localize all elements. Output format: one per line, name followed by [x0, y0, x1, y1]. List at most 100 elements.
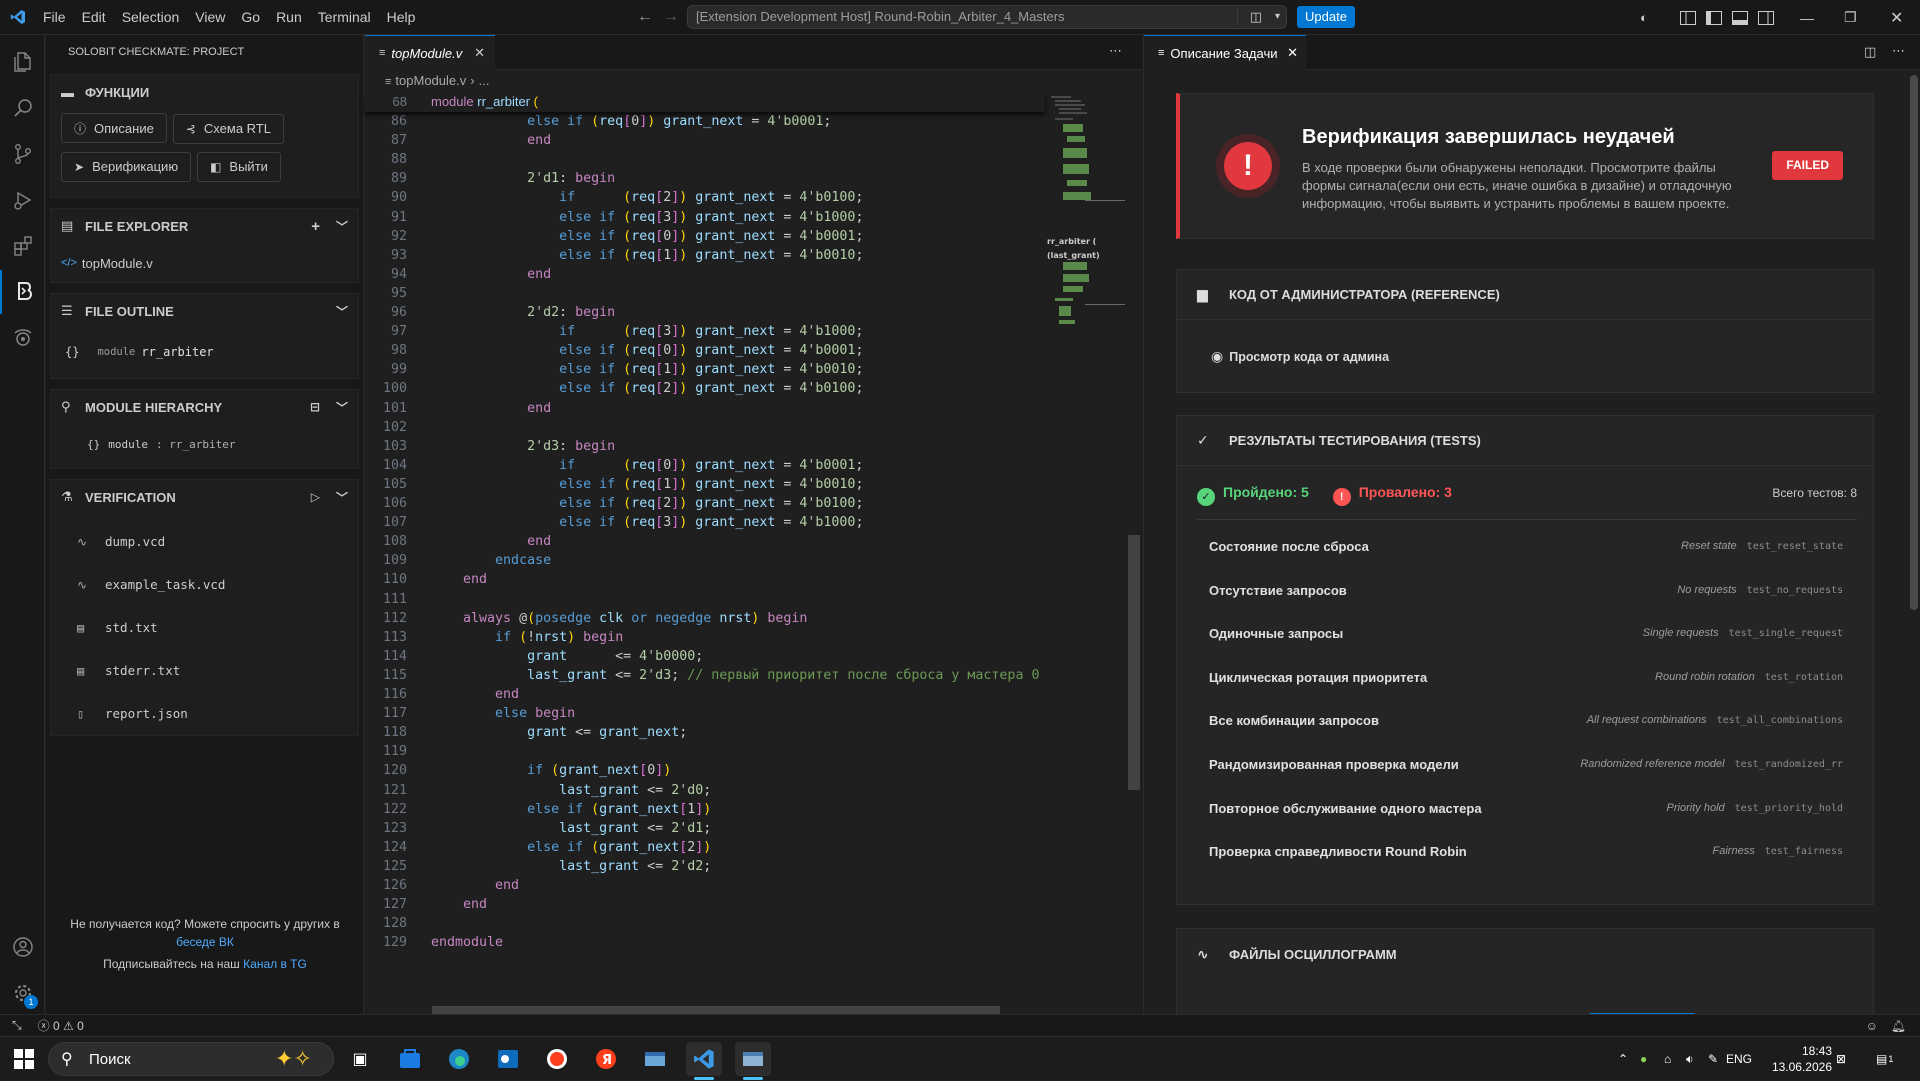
code-line[interactable]: 87 end [365, 131, 1045, 150]
test-row[interactable]: Рандомизированная проверка модели Randomi… [1209, 744, 1843, 787]
account-icon[interactable] [0, 925, 45, 969]
vscode-taskbar-icon[interactable] [686, 1042, 722, 1076]
update-button[interactable]: Update [1297, 6, 1355, 28]
editor-vertical-scrollbar[interactable] [1128, 535, 1140, 790]
code-line[interactable]: 124 else if (grant_next[2]) [365, 838, 1045, 857]
menu-file[interactable]: File [35, 0, 74, 35]
windows-start-icon[interactable] [6, 1042, 42, 1076]
remote-explorer-icon[interactable] [0, 316, 45, 360]
outline-item[interactable]: {} module rr_arbiter [51, 328, 358, 376]
extensions-icon[interactable] [0, 224, 45, 268]
editor-tab[interactable]: ≡ topModule.v ✕ [365, 35, 495, 70]
customize-layout-icon[interactable] [1680, 0, 1696, 35]
show-hidden-icons-icon[interactable]: ⌃ [1618, 1037, 1628, 1081]
code-line[interactable]: 99 else if (req[1]) grant_next = 4'b0010… [365, 360, 1045, 379]
remote-indicator-icon[interactable]: ⤡ [12, 1018, 22, 1033]
explorer-icon[interactable] [0, 40, 45, 84]
code-line[interactable]: 100 else if (req[2]) grant_next = 4'b010… [365, 379, 1045, 398]
restore-icon[interactable]: ❐ [1844, 0, 1857, 35]
file-explorer-header[interactable]: ▤ FILE EXPLORER + ﹀ [51, 209, 358, 243]
source-control-icon[interactable] [0, 132, 45, 176]
settings-gear-icon[interactable]: 1 [0, 971, 45, 1015]
code-line[interactable]: 123 last_grant <= 2'd1; [365, 819, 1045, 838]
notification-center-icon[interactable]: ▤ 1 [1876, 1037, 1893, 1081]
rtl-schema-button[interactable]: ⊰ Схема RTL [172, 113, 284, 144]
code-line[interactable]: 129 endmodule [365, 933, 1045, 952]
verification-file-row[interactable]: ▤ stderr.txt [51, 649, 358, 692]
code-line[interactable]: 108 end [365, 532, 1045, 551]
chevron-down-icon[interactable]: ﹀ [336, 218, 348, 235]
menu-view[interactable]: View [187, 0, 233, 35]
test-row[interactable]: Отсутствие запросов No requests test_no_re… [1209, 570, 1843, 613]
vscode-dev-host-icon[interactable] [735, 1042, 771, 1076]
hierarchy-item[interactable]: {} module : rr_arbiter [51, 424, 358, 464]
test-row[interactable]: Циклическая ротация приоритета Round robi… [1209, 657, 1843, 700]
code-line[interactable]: 107 else if (req[3]) grant_next = 4'b100… [365, 513, 1045, 532]
menu-help[interactable]: Help [379, 0, 424, 35]
task-view-icon[interactable]: ▣ [342, 1042, 378, 1076]
close-window-icon[interactable]: ✕ [1890, 0, 1903, 35]
volume-icon[interactable]: 🔉︎ [1686, 1037, 1694, 1081]
test-row[interactable]: Все комбинации запросов All request combi… [1209, 700, 1843, 743]
module-hierarchy-header[interactable]: ⚲ MODULE HIERARCHY ⊟ ﹀ [51, 390, 358, 424]
verification-file-row[interactable]: ∿ dump.vcd [51, 520, 358, 563]
code-line[interactable]: 88 [365, 150, 1045, 169]
code-line[interactable]: 121 last_grant <= 2'd0; [365, 781, 1045, 800]
functions-header[interactable]: ▬ ФУНКЦИИ [51, 75, 358, 109]
verification-file-row[interactable]: ▤ std.txt [51, 606, 358, 649]
test-row[interactable]: Повторное обслуживание одного мастера Pri… [1209, 788, 1843, 831]
code-line[interactable]: 110 end [365, 570, 1045, 589]
code-line[interactable]: 112 always @(posedge clk or negedge nrst… [365, 609, 1045, 628]
pen-icon[interactable]: ✎ [1708, 1037, 1718, 1081]
minimize-icon[interactable]: — [1800, 0, 1814, 35]
code-line[interactable]: 117 else begin [365, 704, 1045, 723]
forward-arrow-icon[interactable]: → [658, 8, 684, 26]
file-outline-header[interactable]: ☰ FILE OUTLINE ﹀ [51, 294, 358, 328]
run-verification-icon[interactable]: ▷ [311, 490, 320, 504]
verification-button[interactable]: ➤ Верификацию [61, 151, 192, 182]
code-line[interactable]: 93 else if (req[1]) grant_next = 4'b0010… [365, 246, 1045, 265]
code-line[interactable]: 113 if (!nrst) begin [365, 628, 1045, 647]
code-line[interactable]: 101 end [365, 399, 1045, 418]
close-tab-icon[interactable]: ✕ [1287, 45, 1298, 61]
taskbar-search[interactable]: ⚲ Поиск ✦✧ [48, 1042, 334, 1076]
code-line[interactable]: 115 last_grant <= 2'd3; // первый приори… [365, 666, 1045, 685]
menu-go[interactable]: Go [233, 0, 268, 35]
tg-channel-link[interactable]: Канал в TG [243, 957, 307, 971]
test-row[interactable]: Проверка справедливости Round Robin Fairn… [1209, 831, 1843, 874]
sticky-scroll-line[interactable]: 68 module rr_arbiter ( [365, 92, 1045, 112]
code-line[interactable]: 118 grant <= grant_next; [365, 723, 1045, 742]
search-icon[interactable] [0, 86, 45, 130]
vk-chat-link[interactable]: беседе ВК [176, 935, 234, 949]
verification-file-row[interactable]: ∿ example_task.vcd [51, 563, 358, 606]
clock[interactable]: 18:43 13.06.2026 [1762, 1037, 1832, 1081]
code-line[interactable]: 109 endcase [365, 551, 1045, 570]
copilot-status-icon[interactable]: ☺ [1866, 1019, 1878, 1033]
code-line[interactable]: 119 [365, 742, 1045, 761]
menu-edit[interactable]: Edit [74, 0, 114, 35]
notifications-bell-icon[interactable]: 🔔︎ [1891, 1019, 1906, 1033]
description-button[interactable]: ⓘ Описание [61, 113, 167, 143]
toggle-panel-icon[interactable] [1732, 0, 1748, 35]
task-description-tab[interactable]: ≡ Описание Задачи ✕ [1144, 35, 1306, 70]
menu-run[interactable]: Run [268, 0, 310, 35]
code-line[interactable]: 91 else if (req[3]) grant_next = 4'b1000… [365, 208, 1045, 227]
test-row[interactable]: Состояние после сброса Reset state test_re… [1209, 526, 1843, 569]
split-editor-icon[interactable]: ◫ [1864, 44, 1876, 60]
yandex-icon[interactable] [539, 1042, 575, 1076]
back-arrow-icon[interactable]: ← [632, 8, 658, 26]
language-indicator[interactable]: ENG [1726, 1037, 1752, 1081]
code-line[interactable]: 97 if (req[3]) grant_next = 4'b1000; [365, 322, 1045, 341]
code-line[interactable]: 125 last_grant <= 2'd2; [365, 857, 1045, 876]
toggle-secondary-sidebar-icon[interactable] [1758, 0, 1774, 35]
copilot-icon[interactable]: ◫ [1250, 6, 1262, 28]
error-status[interactable]: ⓧ 0 ⚠ 0 [38, 1017, 84, 1034]
breadcrumb-file[interactable]: topModule.v [395, 73, 466, 88]
minimap[interactable]: rr_arbiter ( (last_grant) [1045, 92, 1127, 352]
edge-browser-icon[interactable] [441, 1042, 477, 1076]
exit-button[interactable]: ◧ Выйти [197, 151, 281, 182]
code-line[interactable]: 96 2'd2: begin [365, 303, 1045, 322]
code-line[interactable]: 102 [365, 418, 1045, 437]
code-line[interactable]: 120 if (grant_next[0]) [365, 761, 1045, 780]
verification-file-row[interactable]: ▯ report.json [51, 692, 358, 735]
